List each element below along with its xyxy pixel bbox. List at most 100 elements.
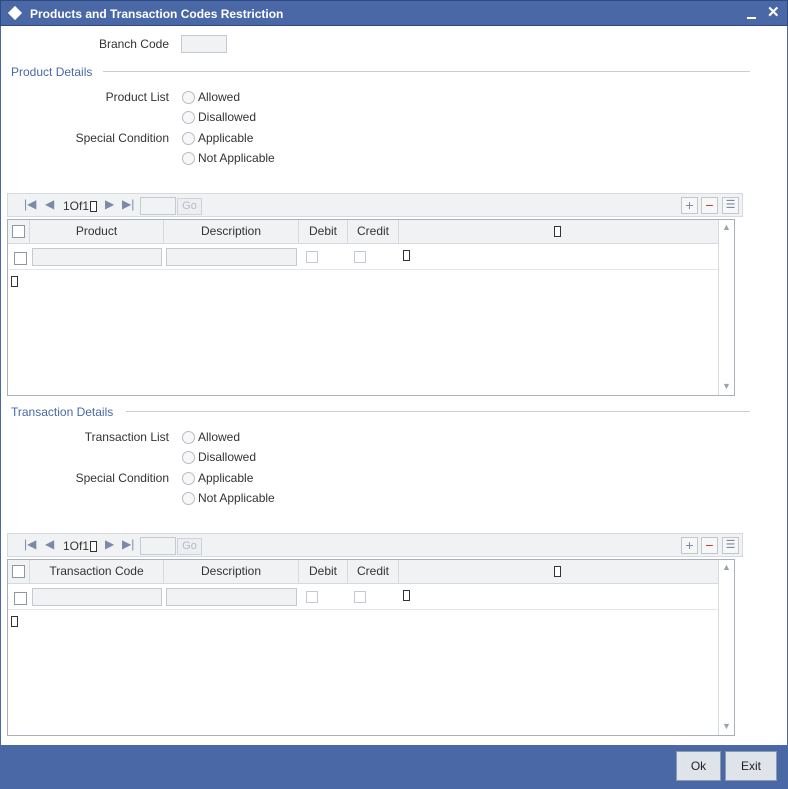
col-description-header[interactable]: Description (164, 220, 299, 243)
product-allowed-radio[interactable] (182, 91, 195, 104)
transaction-applicable-label: Applicable (198, 471, 254, 485)
transaction-special-condition-label: Special Condition (75, 471, 169, 485)
row-options-icon[interactable] (403, 590, 410, 601)
debit-checkbox[interactable] (306, 591, 318, 603)
table-row (8, 244, 718, 270)
product-not-applicable-radio[interactable] (182, 152, 195, 165)
exit-button[interactable]: Exit (725, 751, 777, 781)
branch-code-field[interactable] (181, 35, 227, 53)
product-disallowed-radio[interactable] (182, 111, 195, 124)
col-transaction-code-header[interactable]: Transaction Code (30, 560, 164, 583)
branch-code-label: Branch Code (98, 37, 169, 51)
row-select-checkbox[interactable] (14, 252, 27, 265)
product-details-title: Product Details (11, 65, 93, 79)
select-all-checkbox[interactable] (12, 565, 25, 578)
first-page-icon[interactable]: |◀ (24, 197, 36, 211)
col-product-header[interactable]: Product (30, 220, 164, 243)
window-title: Products and Transaction Codes Restricti… (30, 7, 284, 21)
transaction-disallowed-radio[interactable] (182, 451, 195, 464)
transaction-code-input[interactable] (32, 588, 162, 606)
credit-checkbox[interactable] (354, 251, 366, 263)
single-view-icon[interactable]: ☰ (722, 537, 739, 554)
description-input[interactable] (166, 588, 297, 606)
product-table-header: Product Description Debit Credit (8, 220, 718, 244)
page-indicator: 1Of1 (63, 199, 90, 213)
next-page-icon[interactable]: ▶ (105, 197, 114, 211)
column-options-icon[interactable] (554, 226, 561, 237)
table-row (8, 584, 718, 610)
next-page-icon[interactable]: ▶ (105, 537, 114, 551)
transaction-table-header: Transaction Code Description Debit Credi… (8, 560, 718, 584)
transaction-list-label: Transaction List (84, 430, 169, 444)
product-disallowed-label: Disallowed (198, 110, 257, 124)
transaction-grid-toolbar: |◀ ◀ 1Of1 ▶ ▶| Go + − ☰ (7, 533, 743, 557)
product-table: Product Description Debit Credit ▲ ▼ (7, 219, 735, 396)
scroll-up-icon[interactable]: ▲ (721, 222, 732, 233)
delete-row-icon[interactable]: − (701, 197, 718, 214)
add-row-icon[interactable]: + (681, 197, 698, 214)
transaction-details-divider (126, 411, 750, 412)
ok-button[interactable]: Ok (676, 751, 721, 781)
last-page-icon[interactable]: ▶| (122, 537, 134, 551)
transaction-not-applicable-label: Not Applicable (198, 491, 275, 505)
last-page-icon[interactable]: ▶| (122, 197, 134, 211)
scroll-down-icon[interactable]: ▼ (721, 381, 732, 392)
product-special-condition-label: Special Condition (75, 131, 169, 145)
app-diamond-icon (7, 5, 23, 21)
dialog-footer: Ok Exit (0, 745, 788, 789)
product-grid: |◀ ◀ 1Of1 ▶ ▶| Go + − ☰ Product Descript… (7, 193, 743, 396)
scroll-up-icon[interactable]: ▲ (721, 562, 732, 573)
single-view-icon[interactable]: ☰ (722, 197, 739, 214)
product-allowed-label: Allowed (198, 90, 241, 104)
debit-checkbox[interactable] (306, 251, 318, 263)
credit-checkbox[interactable] (354, 591, 366, 603)
row-placeholder-icon (11, 276, 18, 287)
col-debit-header[interactable]: Debit (299, 560, 348, 583)
product-not-applicable-label: Not Applicable (198, 151, 275, 165)
page-indicator: 1Of1 (63, 539, 90, 553)
product-code-input[interactable] (32, 248, 162, 266)
page-dropdown-icon[interactable] (90, 201, 97, 212)
close-icon[interactable]: ✕ (767, 4, 780, 22)
row-options-icon[interactable] (403, 250, 410, 261)
col-credit-header[interactable]: Credit (348, 220, 399, 243)
title-bar: Products and Transaction Codes Restricti… (0, 0, 788, 26)
go-button[interactable]: Go (177, 538, 202, 555)
product-applicable-label: Applicable (198, 131, 254, 145)
page-dropdown-icon[interactable] (90, 541, 97, 552)
page-number-input[interactable] (140, 537, 176, 555)
transaction-allowed-radio[interactable] (182, 431, 195, 444)
row-select-checkbox[interactable] (14, 592, 27, 605)
select-all-cell (8, 220, 30, 243)
select-all-checkbox[interactable] (12, 225, 25, 238)
prev-page-icon[interactable]: ◀ (45, 537, 54, 551)
description-input[interactable] (166, 248, 297, 266)
col-credit-header[interactable]: Credit (348, 560, 399, 583)
product-details-divider (103, 71, 750, 72)
col-description-header[interactable]: Description (164, 560, 299, 583)
product-table-scrollbar[interactable]: ▲ ▼ (718, 220, 734, 395)
transaction-disallowed-label: Disallowed (198, 450, 257, 464)
transaction-not-applicable-radio[interactable] (182, 492, 195, 505)
product-list-label: Product List (105, 90, 169, 104)
add-row-icon[interactable]: + (681, 537, 698, 554)
scroll-down-icon[interactable]: ▼ (721, 721, 732, 732)
delete-row-icon[interactable]: − (701, 537, 718, 554)
col-debit-header[interactable]: Debit (299, 220, 348, 243)
transaction-applicable-radio[interactable] (182, 472, 195, 485)
transaction-table-scrollbar[interactable]: ▲ ▼ (718, 560, 734, 735)
transaction-allowed-label: Allowed (198, 430, 241, 444)
prev-page-icon[interactable]: ◀ (45, 197, 54, 211)
go-button[interactable]: Go (177, 198, 202, 215)
product-grid-toolbar: |◀ ◀ 1Of1 ▶ ▶| Go + − ☰ (7, 193, 743, 217)
first-page-icon[interactable]: |◀ (24, 537, 36, 551)
transaction-details-title: Transaction Details (11, 405, 114, 419)
product-applicable-radio[interactable] (182, 132, 195, 145)
minimize-icon[interactable] (747, 17, 756, 19)
transaction-grid: |◀ ◀ 1Of1 ▶ ▶| Go + − ☰ Transaction Code… (7, 533, 743, 736)
transaction-table: Transaction Code Description Debit Credi… (7, 559, 735, 736)
row-placeholder-icon (11, 616, 18, 627)
page-number-input[interactable] (140, 197, 176, 215)
column-options-icon[interactable] (554, 566, 561, 577)
select-all-cell (8, 560, 30, 583)
